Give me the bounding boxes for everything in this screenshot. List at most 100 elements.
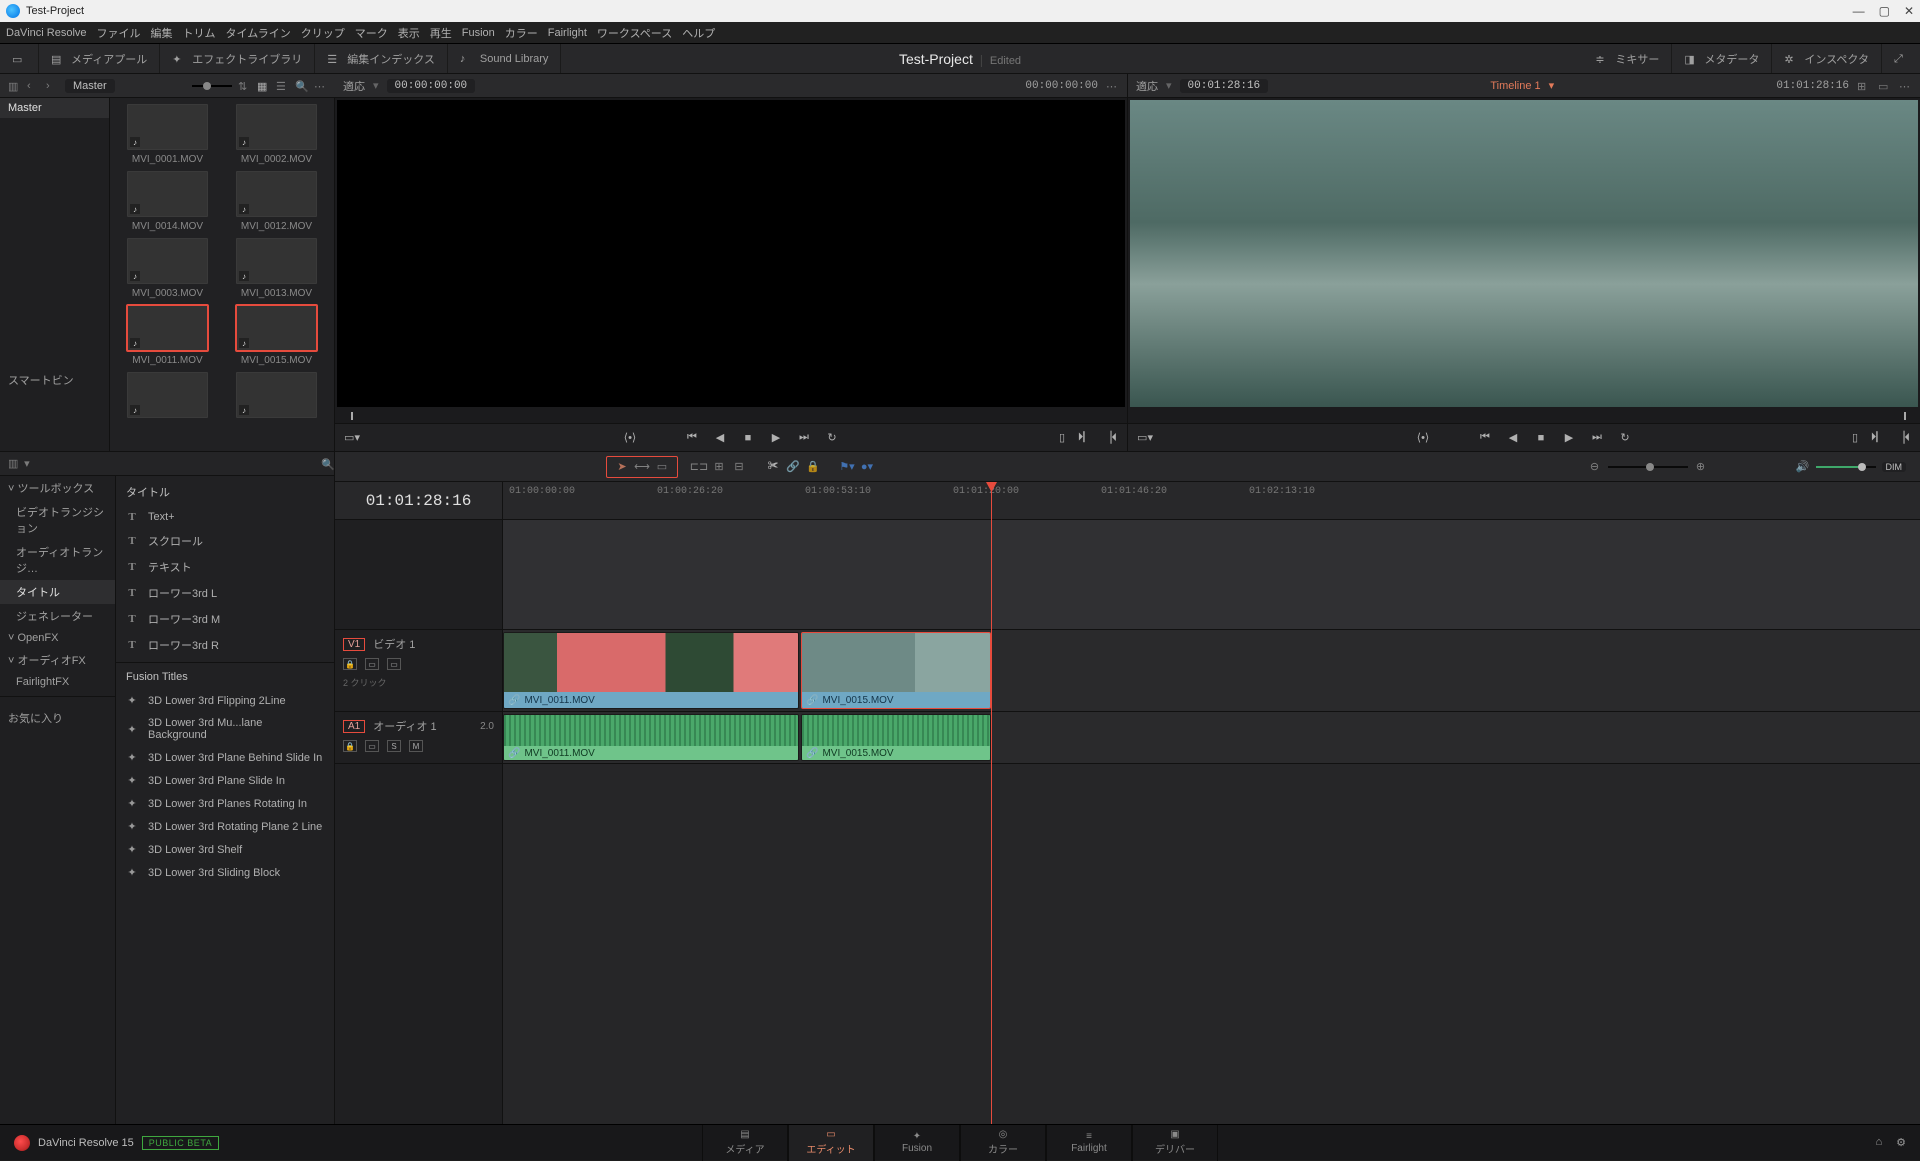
clip-thumb[interactable]: ♪MVI_0012.MOV <box>225 171 328 232</box>
timeline-ruler[interactable]: 01:00:00:0001:00:26:2001:00:53:1001:01:2… <box>503 482 1920 520</box>
bin-path[interactable]: Master <box>65 79 115 93</box>
page-tab-エディット[interactable]: ▭エディット <box>788 1125 874 1161</box>
sound-library-button[interactable]: ♪Sound Library <box>448 44 562 73</box>
prev-frame-icon[interactable]: ◀ <box>713 431 727 445</box>
bin-node[interactable]: スマートビン <box>0 368 109 392</box>
grid-view-icon[interactable]: ▦ <box>257 80 270 91</box>
video-clip[interactable]: 🔗MVI_0011.MOV <box>503 632 799 709</box>
effects-tree-item[interactable]: ˅ オーディオFX <box>0 648 115 672</box>
timeline-canvas[interactable]: 01:00:00:0001:00:26:2001:00:53:1001:01:2… <box>503 482 1920 1124</box>
chevron-right-icon[interactable]: › <box>46 80 59 91</box>
marker-icon[interactable]: ●▾ <box>860 460 874 474</box>
bin-view-icon[interactable]: ▥ <box>8 80 21 91</box>
source-scrubber[interactable] <box>335 409 1127 423</box>
fusion-title-item[interactable]: ✦3D Lower 3rd Rotating Plane 2 Line <box>116 815 334 838</box>
prev-frame-icon[interactable]: ◀ <box>1506 431 1520 445</box>
title-item[interactable]: TText+ <box>116 506 334 528</box>
dim-button[interactable]: DIM <box>1882 462 1907 472</box>
effects-tree-item[interactable]: ˅ OpenFX <box>0 628 115 648</box>
edit-index-button[interactable]: ☰編集インデックス <box>315 44 448 73</box>
fusion-title-item[interactable]: ✦3D Lower 3rd Plane Behind Slide In <box>116 746 334 769</box>
more-icon[interactable]: ⋯ <box>314 80 327 91</box>
clip-thumb[interactable]: ♪MVI_0003.MOV <box>116 238 219 299</box>
timeline-name[interactable]: Timeline 1 <box>1490 80 1540 92</box>
play-icon[interactable]: ▶ <box>1562 431 1576 445</box>
selection-tool-icon[interactable]: ➤ <box>615 460 629 474</box>
effects-library-button[interactable]: ✦エフェクトライブラリ <box>160 44 315 73</box>
program-scrubber[interactable] <box>1128 409 1920 423</box>
program-screen[interactable] <box>1130 100 1918 407</box>
audio-track[interactable]: 🔗MVI_0011.MOV🔗MVI_0015.MOV <box>503 712 1920 764</box>
lock-icon[interactable]: 🔒 <box>806 460 820 474</box>
next-frame-icon[interactable]: ⏭ <box>797 431 811 445</box>
source-fit-dropdown[interactable]: 適応 <box>343 78 365 94</box>
title-item[interactable]: Tローワー3rd M <box>116 606 334 632</box>
track-view-icon[interactable]: ▭ <box>387 658 401 670</box>
volume-slider[interactable] <box>1816 466 1876 468</box>
effects-tree-item[interactable]: ジェネレーター <box>0 604 115 628</box>
effects-tree-item[interactable]: オーディオトランジ… <box>0 540 115 580</box>
video-track[interactable]: 🔗MVI_0011.MOV🔗MVI_0015.MOV <box>503 630 1920 712</box>
lock-icon[interactable]: 🔒 <box>343 740 357 752</box>
auto-select-icon[interactable]: ▭ <box>365 658 379 670</box>
v1-tag[interactable]: V1 <box>343 638 365 651</box>
mute-button[interactable]: M <box>409 740 423 752</box>
effects-tree-item[interactable]: ˅ ツールボックス <box>0 476 115 500</box>
dynamic-trim-icon[interactable]: ▭ <box>655 460 669 474</box>
title-item[interactable]: Tスクロール <box>116 528 334 554</box>
goto-in-icon[interactable]: ⏵▏ <box>1872 431 1886 445</box>
goto-out-icon[interactable]: ▕⏴ <box>1896 431 1910 445</box>
clip-thumb[interactable]: ♪MVI_0011.MOV <box>116 305 219 366</box>
mark-in-icon[interactable]: ▯ <box>1848 431 1862 445</box>
source-screen[interactable] <box>337 100 1125 407</box>
first-frame-icon[interactable]: ⏮ <box>685 431 699 445</box>
program-fit-dropdown[interactable]: 適応 <box>1136 78 1158 94</box>
viewer-mode-icon[interactable]: ▭▾ <box>345 431 359 445</box>
title-item[interactable]: Tローワー3rd R <box>116 632 334 658</box>
menu-item[interactable]: クリップ <box>301 25 345 41</box>
home-icon[interactable]: ⌂ <box>1875 1136 1882 1149</box>
title-item[interactable]: Tローワー3rd L <box>116 580 334 606</box>
link-icon[interactable]: 🔗 <box>786 460 800 474</box>
chevron-left-icon[interactable]: ‹ <box>27 80 40 91</box>
expand-viewer-button[interactable]: ⤢ <box>1882 44 1920 73</box>
favorites-item[interactable]: お気に入り <box>0 706 115 730</box>
minimize-icon[interactable]: — <box>1853 4 1865 18</box>
fusion-title-item[interactable]: ✦3D Lower 3rd Mu...lane Background <box>116 712 334 746</box>
fusion-title-item[interactable]: ✦3D Lower 3rd Flipping 2Line <box>116 689 334 712</box>
effects-tree-item[interactable]: FairlightFX <box>0 672 115 692</box>
trim-tool-icon[interactable]: ⟷ <box>635 460 649 474</box>
goto-out-icon[interactable]: ▕⏴ <box>1103 431 1117 445</box>
inspector-button[interactable]: ✲インスペクタ <box>1772 44 1882 73</box>
bin-node[interactable]: Master <box>0 98 109 118</box>
effects-tree-item[interactable]: タイトル <box>0 580 115 604</box>
menu-item[interactable]: トリム <box>183 25 216 41</box>
mixer-button[interactable]: ≑ミキサー <box>1583 44 1672 73</box>
fusion-title-item[interactable]: ✦3D Lower 3rd Sliding Block <box>116 861 334 884</box>
audio-track-header[interactable]: A1 オーディオ 1 2.0 🔒 ▭ S M <box>335 712 502 764</box>
solo-button[interactable]: S <box>387 740 401 752</box>
search-icon[interactable]: 🔍 <box>321 458 334 469</box>
menu-item[interactable]: ヘルプ <box>682 25 715 41</box>
effects-tree-item[interactable]: ビデオトランジション <box>0 500 115 540</box>
settings-icon[interactable]: ⚙ <box>1896 1136 1906 1149</box>
close-icon[interactable]: ✕ <box>1904 4 1914 18</box>
clip-thumb[interactable]: ♪MVI_0013.MOV <box>225 238 328 299</box>
lock-icon[interactable]: 🔒 <box>343 658 357 670</box>
stop-icon[interactable]: ■ <box>1534 431 1548 445</box>
page-tab-カラー[interactable]: ◎カラー <box>960 1125 1046 1161</box>
stop-icon[interactable]: ■ <box>741 431 755 445</box>
page-tab-デリバー[interactable]: ▣デリバー <box>1132 1125 1218 1161</box>
menu-item[interactable]: DaVinci Resolve <box>6 27 87 39</box>
page-tab-メディア[interactable]: ▤メディア <box>702 1125 788 1161</box>
chevron-down-icon[interactable]: ▾ <box>24 457 37 468</box>
scopes-icon[interactable]: ⊞ <box>1857 80 1870 91</box>
list-view-icon[interactable]: ☰ <box>276 80 289 91</box>
media-pool-button[interactable]: ▤メディアプール <box>39 44 160 73</box>
sort-icon[interactable]: ⇅ <box>238 80 251 91</box>
playhead[interactable] <box>991 482 992 1124</box>
menu-item[interactable]: ワークスペース <box>597 25 672 41</box>
menu-item[interactable]: Fusion <box>462 27 495 39</box>
safe-area-icon[interactable]: ▭ <box>1878 80 1891 91</box>
a1-tag[interactable]: A1 <box>343 720 365 733</box>
